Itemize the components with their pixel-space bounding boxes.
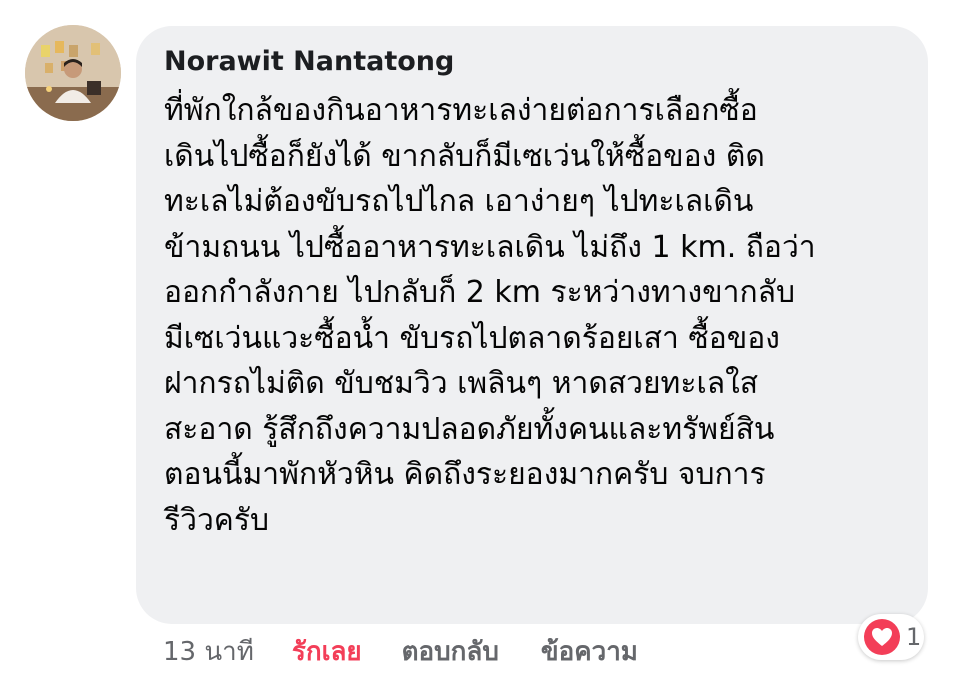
reaction-summary[interactable]: 1 [858,614,924,660]
comment-line: สะอาด รู้สึกถึงความปลอดภัยทั้งคนและทรัพย… [164,411,775,447]
message-button[interactable]: ข้อความ [541,631,638,672]
avatar[interactable] [25,25,121,121]
heart-icon [864,619,900,655]
comment-line: ตอนนี้มาพักหัวหิน คิดถึงระยองมากครับ จบก… [164,457,766,492]
comment-line: ฝากรถไม่ติด ขับชมวิว เพลินๆ หาดสวยทะเลใส [164,366,759,401]
comment-line: มีเซเว่นแวะซื้อน้ำ ขับรถไปตลาดร้อยเสา ซื… [164,320,780,356]
comment-timestamp[interactable]: 13 นาที [163,631,254,672]
comment-line: ที่พักใกล้ของกินอาหารทะเลง่ายต่อการเลือก… [164,93,758,128]
comment-line: รีวิวครับ [164,502,270,538]
comment-actions: 13 นาที รักเลย ตอบกลับ ข้อความ [163,631,638,671]
comment-author[interactable]: Norawit Nantatong [164,46,900,82]
comment-body: ที่พักใกล้ของกินอาหารทะเลง่ายต่อการเลือก… [164,88,900,543]
comment-line: เดินไปซื้อก็ยังได้ ขากลับก็มีเซเว่นให้ซื… [164,138,765,174]
reply-button[interactable]: ตอบกลับ [402,631,499,672]
comment-bubble: Norawit Nantatong ที่พักใกล้ของกินอาหารท… [136,26,928,624]
love-button[interactable]: รักเลย [292,631,362,672]
avatar-photo [25,25,121,121]
comment-line: ข้ามถนน ไปซื้ออาหารทะเลเดิน ไม่ถึง 1 km.… [164,229,816,265]
comment-line: ทะเลไม่ต้องขับรถไปไกล เอาง่ายๆ ไปทะเลเดิ… [164,184,754,219]
comment-line: ออกกำลังกาย ไปกลับก็ 2 km ระหว่างทางขากล… [164,275,796,310]
reaction-count: 1 [906,623,922,651]
